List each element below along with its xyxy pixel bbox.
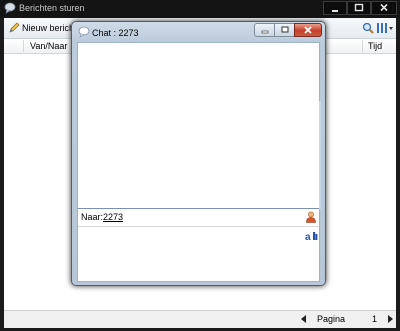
restore-icon <box>281 26 288 33</box>
chevron-left-icon[interactable] <box>300 315 308 323</box>
user-icon[interactable] <box>305 211 317 223</box>
close-icon <box>304 26 312 34</box>
chevron-right-icon[interactable] <box>386 315 394 323</box>
chat-minimize-button[interactable] <box>254 23 275 37</box>
svg-text:a: a <box>305 232 311 242</box>
chat-window-title: Chat : 2273 <box>92 28 139 38</box>
minimize-button[interactable] <box>323 1 347 15</box>
minimize-icon <box>332 10 338 12</box>
close-icon <box>380 3 388 12</box>
window-title: Berichten sturen <box>19 3 85 13</box>
speech-bubble-icon <box>78 26 90 38</box>
recipient-row: Naar: 2273 <box>78 209 319 227</box>
minimize-icon <box>261 30 268 34</box>
page-number-field[interactable]: 1 <box>372 314 377 324</box>
chat-close-button[interactable] <box>294 23 322 37</box>
page-label: Pagina <box>317 314 346 324</box>
recipient-label: Naar: <box>81 212 104 222</box>
spellcheck-icon[interactable]: a <box>305 230 319 242</box>
main-titlebar[interactable]: Berichten sturen <box>0 0 400 18</box>
pencil-icon <box>9 22 20 33</box>
chat-history[interactable] <box>78 43 319 209</box>
speech-bubble-icon <box>4 2 16 14</box>
chat-client-area: Naar: 2273 a <box>77 42 321 282</box>
chat-history-scrollbar[interactable] <box>319 101 321 209</box>
column-separator[interactable] <box>362 40 363 52</box>
magnifier-icon[interactable] <box>362 22 374 34</box>
recipient-link[interactable]: 2273 <box>103 212 123 222</box>
columns-icon[interactable] <box>376 21 394 35</box>
new-message-button[interactable]: Nieuw bericht <box>6 20 81 36</box>
chat-maximize-button[interactable] <box>274 23 295 37</box>
column-from-to[interactable]: Van/Naar <box>30 41 67 51</box>
message-input[interactable]: a <box>78 227 319 281</box>
close-button[interactable] <box>371 1 397 15</box>
column-time[interactable]: Tijd <box>368 41 382 51</box>
maximize-icon <box>354 3 364 12</box>
chat-window: Chat : 2273 Naar: 2273 a <box>71 21 326 286</box>
status-bar: Pagina 1 <box>4 310 396 328</box>
new-message-label: Nieuw bericht <box>22 23 77 33</box>
maximize-button[interactable] <box>347 1 371 15</box>
column-separator[interactable] <box>23 40 24 52</box>
